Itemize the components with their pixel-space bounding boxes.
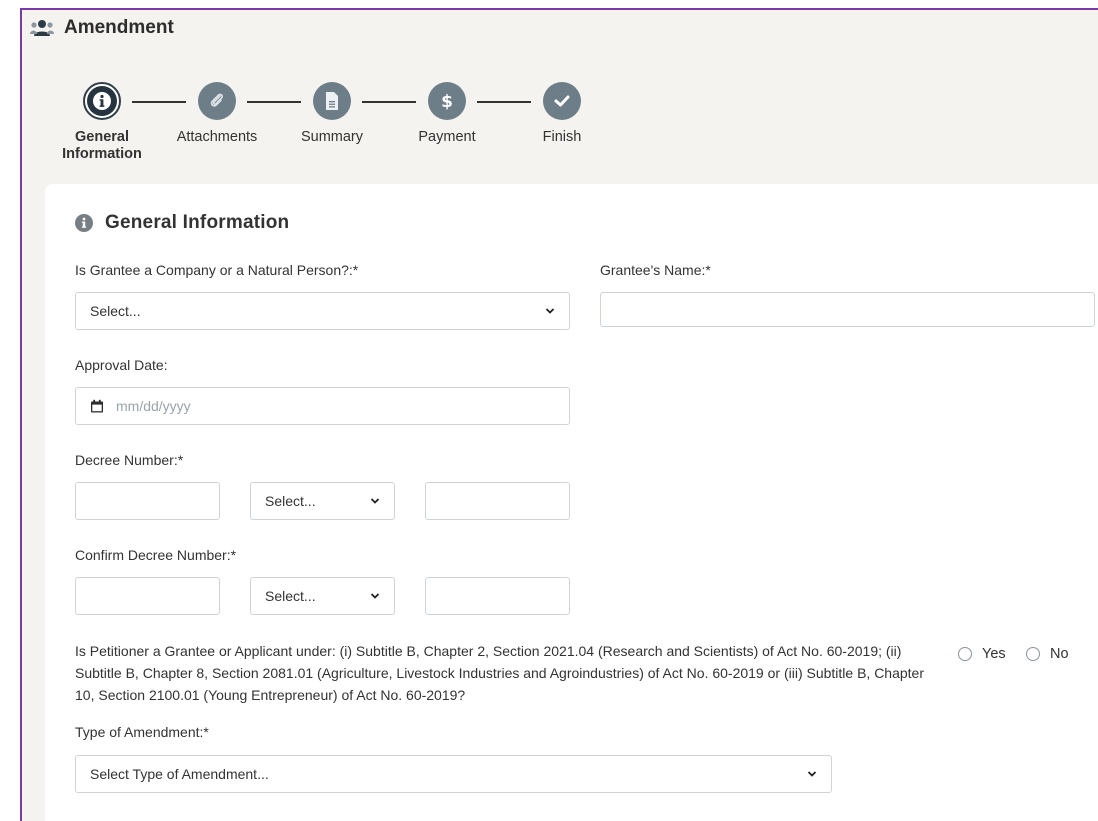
section-title: General Information [105,212,290,233]
calendar-icon [91,399,103,413]
step-label: Attachments [176,129,258,145]
petitioner-yes-option[interactable]: Yes [958,646,1006,662]
step-label: Finish [542,129,582,145]
section-heading: General Information [75,212,289,234]
approval-date-label: Approval Date: [75,357,168,373]
step-connector [362,101,416,103]
yes-label: Yes [982,646,1006,662]
no-radio[interactable] [1026,647,1040,661]
select-value: Select Type of Amendment... [90,766,269,782]
chevron-down-icon [545,308,555,314]
approval-date-input[interactable]: mm/dd/yyyy [75,387,570,425]
step-payment[interactable]: $ [428,82,466,120]
step-label: Payment [418,129,476,145]
step-connector [247,101,301,103]
decree-number-select[interactable]: Select... [250,482,395,520]
step-label: General Information [62,129,142,162]
check-icon [554,95,570,107]
paperclip-icon [210,93,223,107]
page-header: Amendment [30,16,174,40]
step-attachments[interactable] [198,82,236,120]
step-connector [132,101,186,103]
confirm-decree-part3-input[interactable] [425,577,570,615]
yes-radio[interactable] [958,647,972,661]
info-icon [93,92,111,110]
confirm-decree-part1-input[interactable] [75,577,220,615]
page-title: Amendment [64,17,174,38]
chevron-down-icon [370,498,380,504]
petitioner-question: Is Petitioner a Grantee or Applicant und… [75,643,925,703]
step-summary[interactable] [313,82,351,120]
amendment-type-select[interactable]: Select Type of Amendment... [75,755,832,793]
step-finish[interactable] [543,82,581,120]
date-placeholder: mm/dd/yyyy [116,398,191,414]
document-icon [326,92,338,110]
confirm-decree-number-label: Confirm Decree Number:* [75,547,237,563]
decree-number-part3-input[interactable] [425,482,570,520]
grantee-type-label: Is Grantee a Company or a Natural Person… [75,262,359,278]
step-connector [477,101,531,103]
no-label: No [1050,646,1069,662]
grantee-name-input[interactable] [600,292,1095,327]
chevron-down-icon [370,593,380,599]
dollar-icon: $ [441,92,453,111]
confirm-decree-select[interactable]: Select... [250,577,395,615]
decree-number-part1-input[interactable] [75,482,220,520]
amendment-type-label: Type of Amendment:* [75,724,209,740]
grantee-name-label: Grantee's Name:* [600,262,711,278]
select-value: Select... [90,303,141,319]
wizard-stepper: $ General Information Attachments Summar… [0,82,700,172]
decree-number-label: Decree Number:* [75,452,184,468]
petitioner-no-option[interactable]: No [1026,646,1069,662]
grantee-type-select[interactable]: Select... [75,292,570,330]
step-label: Summary [300,129,364,145]
step-general-information[interactable] [83,82,121,120]
svg-text:$: $ [441,92,453,111]
select-value: Select... [265,588,316,604]
select-value: Select... [265,493,316,509]
users-icon [30,20,54,36]
info-circle-icon [75,214,93,232]
chevron-down-icon [807,771,817,777]
